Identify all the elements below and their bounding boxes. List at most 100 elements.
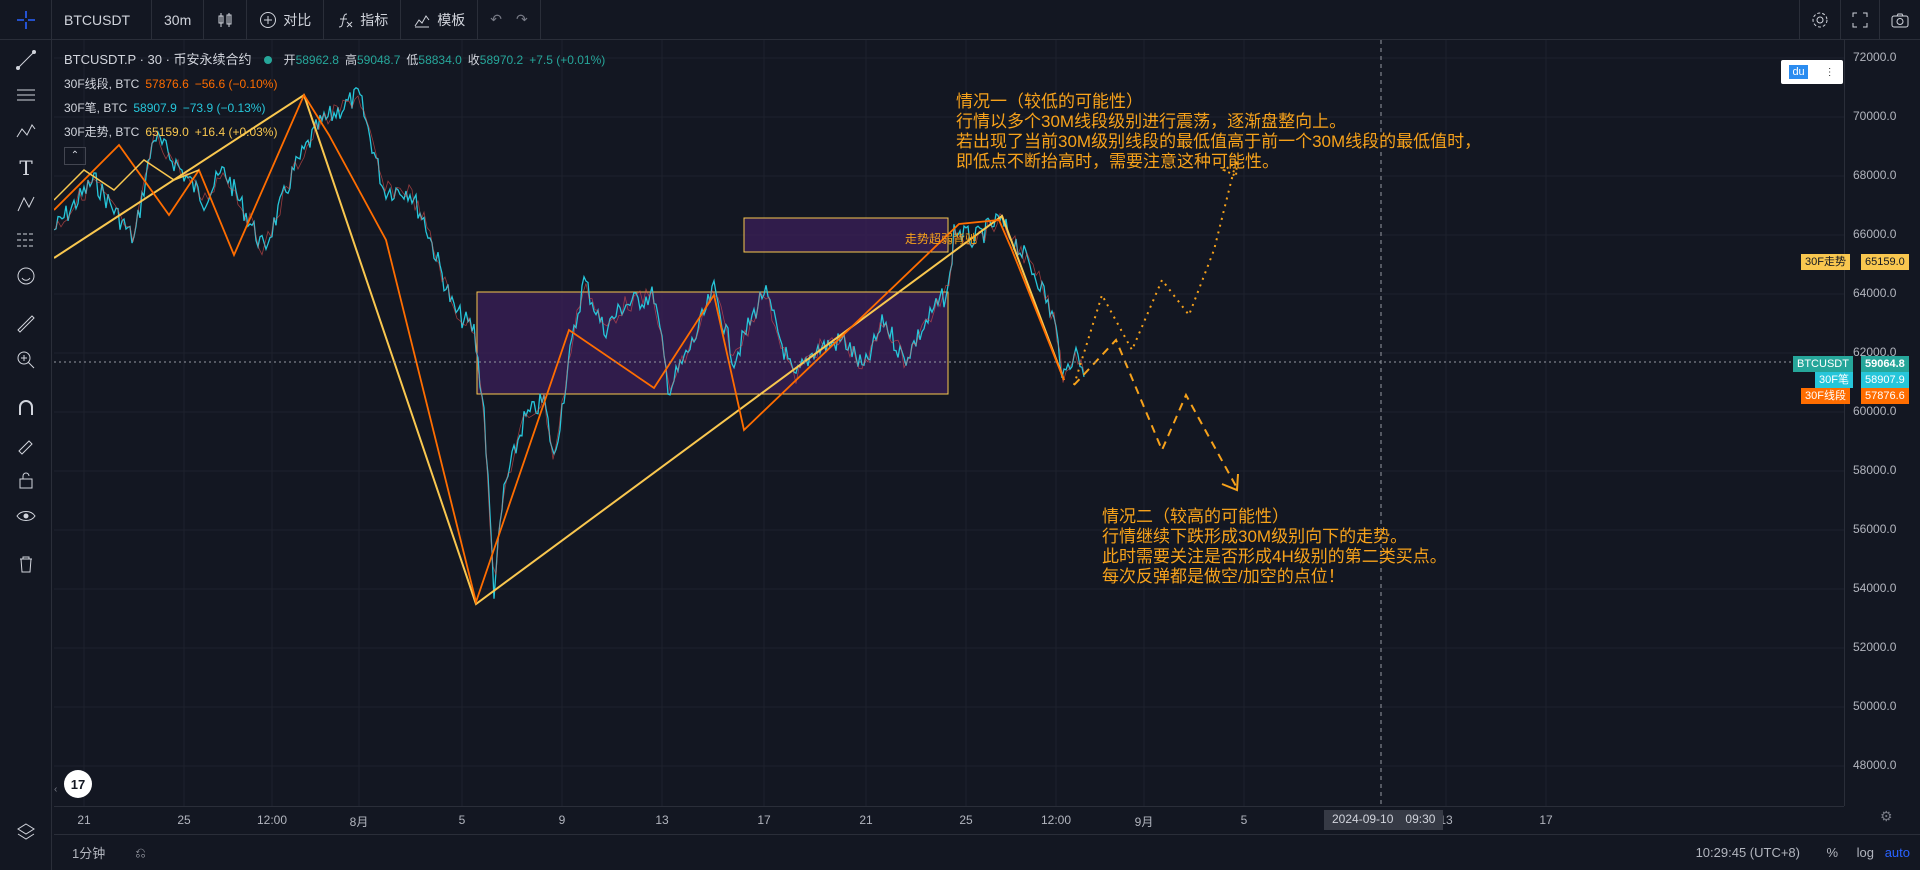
lock-icon[interactable]: [14, 468, 38, 492]
interval-button[interactable]: 30m: [152, 0, 205, 40]
tradingview-logo: 17: [64, 770, 92, 798]
goto-date-icon[interactable]: ⎌: [135, 845, 145, 861]
collapse-legend-icon[interactable]: ⌃: [64, 147, 86, 165]
legend-title: BTCUSDT.P · 30 · 币安永续合约: [64, 52, 252, 67]
price-axis[interactable]: 72000.0 70000.0 68000.0 66000.0 64000.0 62000…: [1793, 40, 1920, 806]
trading-chart-app: { "topbar": { "symbol": "BTCUSDT", "inte…: [0, 0, 1920, 870]
fullscreen-icon: [1852, 12, 1868, 28]
segment-indicator-value: 57876.6: [145, 77, 189, 91]
clock-label[interactable]: 10:29:45 (UTC+8): [1696, 845, 1800, 860]
time-tick: 9: [558, 813, 566, 827]
symbol-label: BTCUSDT: [64, 11, 131, 28]
templates-button[interactable]: 模板: [401, 0, 479, 40]
interval-selector[interactable]: 1分钟: [72, 843, 105, 862]
price-tick: 72000.0: [1853, 50, 1897, 64]
auto-toggle[interactable]: auto: [1885, 845, 1910, 860]
open-label: 开: [283, 53, 296, 67]
time-axis[interactable]: 21 25 12:00 8月 5 9 13 17 21 25 12:00 9月 5 13 17 2024-0…: [54, 806, 1844, 834]
compare-label: 对比: [283, 11, 312, 28]
log-toggle[interactable]: log: [1857, 845, 1874, 860]
segment-tag-value: 57876.6: [1861, 388, 1909, 404]
open-value: 58962.8: [295, 53, 339, 67]
time-tick: 12:00: [256, 813, 288, 827]
symbol-tag-value: 59064.8: [1861, 356, 1909, 372]
horizontal-lines-icon[interactable]: [14, 84, 38, 108]
text-icon[interactable]: T: [14, 156, 38, 180]
drawing-toolbar: T: [0, 40, 52, 870]
legend-trend-row[interactable]: 30F走势, BTC 65159.0 +16.4 (+0.03%): [64, 120, 605, 144]
price-tick: 60000.0: [1853, 404, 1897, 418]
close-label: 收: [467, 53, 480, 67]
prediction-icon[interactable]: [14, 192, 38, 216]
price-tick: 64000.0: [1853, 286, 1897, 300]
trendline-icon[interactable]: [14, 48, 38, 72]
trend-indicator-name: 30F走势, BTC: [64, 125, 140, 139]
zoom-icon[interactable]: [14, 348, 38, 372]
trash-icon[interactable]: [14, 552, 38, 576]
time-tick: 12:00: [1040, 813, 1072, 827]
interval-label: 30m: [164, 11, 192, 28]
lock-drawing-icon[interactable]: [14, 432, 38, 456]
symbol-tag-name: BTCUSDT: [1793, 356, 1853, 372]
time-tick: 21: [859, 813, 873, 827]
smiley-icon[interactable]: [14, 264, 38, 288]
collapse-left-icon[interactable]: ‹: [54, 784, 64, 804]
undo-icon[interactable]: ↶: [490, 11, 502, 28]
ruler-icon[interactable]: [14, 312, 38, 336]
axis-settings-icon[interactable]: ⚙: [1880, 808, 1893, 825]
legend-bi-row[interactable]: 30F笔, BTC 58907.9 −73.9 (−0.13%): [64, 96, 605, 120]
pattern-icon[interactable]: [14, 120, 38, 144]
eye-icon[interactable]: [14, 504, 38, 528]
time-tick: 5: [458, 813, 466, 827]
magnet-icon[interactable]: [14, 396, 38, 420]
indicators-button[interactable]: 指标: [324, 0, 402, 40]
crosshair-date: 2024-09-10: [1332, 812, 1394, 826]
fullscreen-button[interactable]: [1840, 0, 1879, 40]
price-tick: 58000.0: [1853, 463, 1897, 477]
layers-icon[interactable]: [14, 820, 38, 844]
change-value: +7.5 (+0.01%): [529, 53, 606, 67]
market-status-dot: [263, 56, 272, 64]
chart-type-button[interactable]: [204, 0, 248, 40]
screenshot-button[interactable]: [1879, 0, 1920, 40]
bottom-toolbar: 1分钟 ⎌ 10:29:45 (UTC+8) % log auto: [54, 834, 1920, 870]
gear-icon: [1812, 12, 1828, 28]
camera-icon: [1891, 13, 1909, 28]
box-label: 走势超弱背驰: [905, 232, 978, 246]
segment-tag-name: 30F线段: [1801, 388, 1850, 404]
top-toolbar: BTCUSDT 30m 对比 指标 模板 ↶ ↷: [0, 0, 1920, 40]
crosshair-tool[interactable]: [0, 0, 52, 40]
settings-button[interactable]: [1799, 0, 1840, 40]
compare-button[interactable]: 对比: [247, 0, 325, 40]
widget-menu-icon: ⋮: [1824, 66, 1835, 78]
price-tick: 54000.0: [1853, 581, 1897, 595]
undo-redo-group: ↶ ↷: [478, 0, 541, 40]
price-tick: 66000.0: [1853, 227, 1897, 241]
crosshair-icon: [16, 10, 35, 29]
time-tick: 13: [655, 813, 669, 827]
low-value: 58834.0: [418, 53, 462, 67]
time-tick: 17: [757, 813, 771, 827]
time-tick: 21: [77, 813, 91, 827]
high-value: 59048.7: [356, 53, 401, 67]
du-logo: du: [1789, 65, 1808, 79]
symbol-search-button[interactable]: BTCUSDT: [52, 0, 152, 40]
price-tick: 52000.0: [1853, 640, 1897, 654]
measure-lines-icon[interactable]: [14, 228, 38, 252]
scenario-2-annotation[interactable]: 情况二（较高的可能性） 行情继续下跌形成30M级别向下的走势。 此时需要关注是否…: [1102, 507, 1447, 587]
segment-indicator-change: −56.6 (−0.10%): [194, 77, 278, 91]
trend-tag-value: 65159.0: [1861, 254, 1909, 270]
scenario-1-annotation[interactable]: 情况一（较低的可能性） 行情以多个30M线段级别进行震荡，逐渐盘整向上。 若出现…: [956, 92, 1481, 172]
bi-indicator-name: 30F笔, BTC: [64, 101, 128, 115]
du-widget[interactable]: du ⋮: [1781, 60, 1843, 84]
price-tick: 48000.0: [1853, 758, 1897, 772]
trend-tag-name: 30F走势: [1801, 254, 1850, 270]
redo-icon[interactable]: ↷: [516, 11, 528, 28]
bi-indicator-change: −73.9 (−0.13%): [182, 101, 266, 115]
legend-collapse-row: ⌃: [64, 144, 605, 168]
scenario-2-arrowhead: [1221, 473, 1239, 492]
time-tick: 5: [1240, 813, 1248, 827]
percent-toggle[interactable]: %: [1826, 845, 1838, 860]
legend-segment-row[interactable]: 30F线段, BTC 57876.6 −56.6 (−0.10%): [64, 72, 605, 96]
bi-indicator-value: 58907.9: [133, 101, 177, 115]
